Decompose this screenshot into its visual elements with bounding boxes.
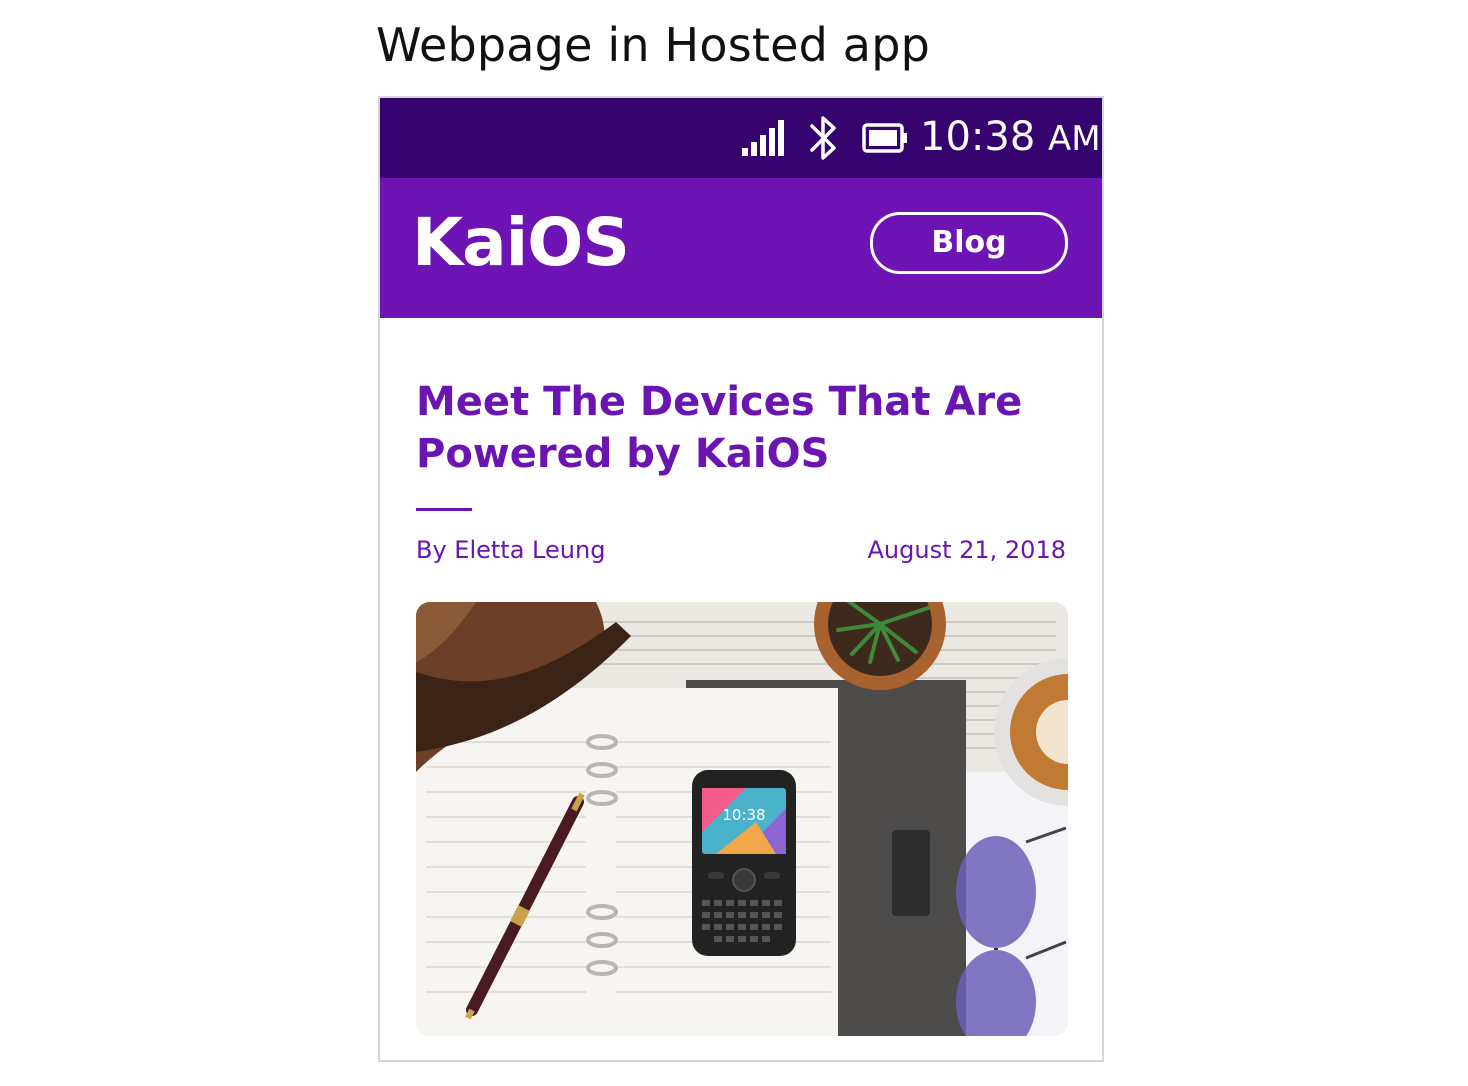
status-bar: 10:38 AM [380, 98, 1102, 178]
status-clock: 10:38 AM [920, 114, 1101, 160]
clock-ampm: AM [1048, 119, 1101, 159]
phone-screen: 10:38 AM KaiOS Blog Meet The Devices Tha… [378, 96, 1104, 1062]
signal-icon [742, 120, 784, 156]
kaios-logo[interactable]: KaiOS [412, 204, 630, 281]
jio-phone: 10:38 [692, 770, 796, 956]
title-divider [416, 508, 472, 511]
blog-button[interactable]: Blog [870, 212, 1068, 274]
hero-illustration: 10:38 [416, 602, 1068, 1036]
bluetooth-icon [810, 116, 836, 160]
article-date: August 21, 2018 [867, 536, 1067, 564]
phone-screen-time: 10:38 [722, 806, 765, 824]
battery-icon [862, 123, 907, 153]
article-author: By Eletta Leung [416, 536, 606, 564]
clock-time: 10:38 [920, 114, 1036, 160]
article-hero-image[interactable]: 10:38 [416, 602, 1068, 1036]
article-title[interactable]: Meet The Devices That Are Powered by Kai… [416, 376, 1056, 480]
figure-caption: Webpage in Hosted app [376, 18, 930, 72]
site-header: KaiOS Blog [380, 178, 1102, 318]
